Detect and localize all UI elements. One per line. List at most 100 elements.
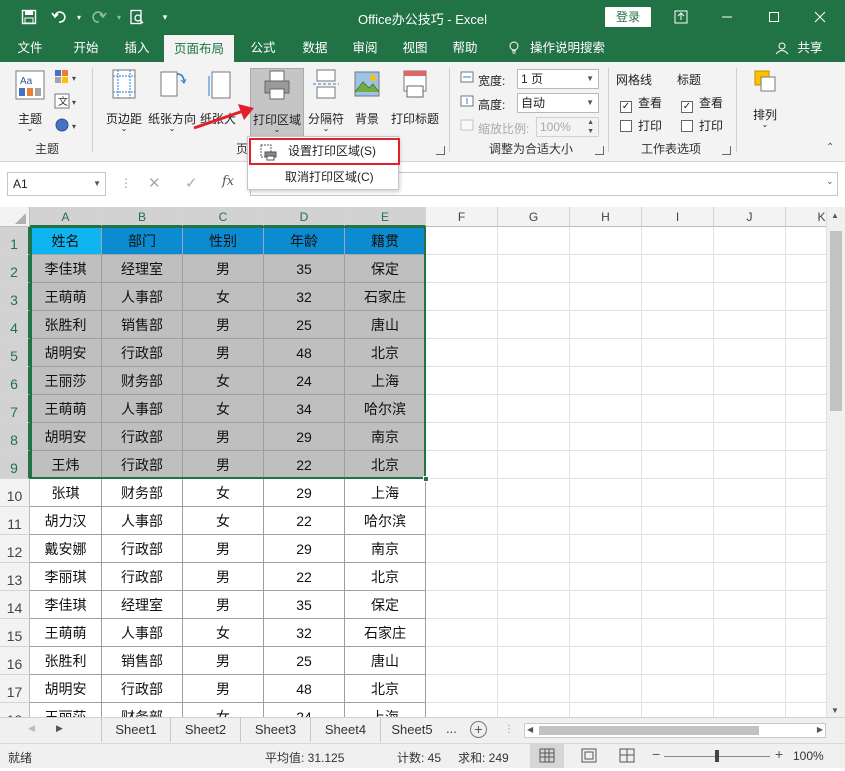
row-header-12[interactable]: 12	[0, 535, 30, 563]
table-cell[interactable]: 南京	[345, 535, 426, 563]
table-cell[interactable]: 男	[183, 647, 264, 675]
sheet-tab-4[interactable]: Sheet4	[311, 718, 381, 742]
table-cell[interactable]: 财务部	[102, 703, 183, 717]
empty-cell[interactable]	[570, 423, 642, 451]
empty-cell[interactable]	[786, 563, 826, 591]
table-cell[interactable]: 男	[183, 339, 264, 367]
zoom-in-icon[interactable]: +	[775, 746, 783, 762]
empty-cell[interactable]	[426, 311, 498, 339]
table-cell[interactable]: 男	[183, 311, 264, 339]
page-setup-launcher-icon[interactable]	[436, 146, 445, 155]
empty-cell[interactable]	[642, 535, 714, 563]
sheet-options-launcher-icon[interactable]	[722, 146, 731, 155]
table-cell[interactable]: 人事部	[102, 619, 183, 647]
empty-cell[interactable]	[570, 563, 642, 591]
empty-cell[interactable]	[642, 703, 714, 717]
tab-split-grip-icon[interactable]: ⋮	[504, 724, 514, 735]
table-cell[interactable]: 24	[264, 703, 345, 717]
table-cell[interactable]: 上海	[345, 367, 426, 395]
empty-cell[interactable]	[426, 227, 498, 255]
table-cell[interactable]: 销售部	[102, 647, 183, 675]
theme-effects-button[interactable]: ▾	[52, 117, 84, 137]
table-cell[interactable]: 22	[264, 563, 345, 591]
print-preview-icon[interactable]	[128, 8, 146, 26]
empty-cell[interactable]	[714, 227, 786, 255]
table-cell[interactable]: 22	[264, 507, 345, 535]
column-header-i[interactable]: I	[642, 207, 714, 227]
empty-cell[interactable]	[426, 255, 498, 283]
empty-cell[interactable]	[786, 451, 826, 479]
table-cell[interactable]: 22	[264, 451, 345, 479]
table-cell[interactable]: 行政部	[102, 451, 183, 479]
table-cell[interactable]: 男	[183, 255, 264, 283]
redo-icon[interactable]	[90, 8, 108, 26]
page-break-view-button[interactable]	[612, 744, 642, 768]
empty-cell[interactable]	[786, 535, 826, 563]
column-header-d[interactable]: D	[264, 207, 345, 227]
empty-cell[interactable]	[426, 703, 498, 717]
table-cell[interactable]: 石家庄	[345, 619, 426, 647]
zoom-out-icon[interactable]: −	[652, 746, 660, 762]
empty-cell[interactable]	[714, 311, 786, 339]
table-cell[interactable]: 张胜利	[30, 311, 102, 339]
row-header-3[interactable]: 3	[0, 283, 30, 311]
empty-cell[interactable]	[642, 227, 714, 255]
empty-cell[interactable]	[426, 507, 498, 535]
empty-cell[interactable]	[426, 591, 498, 619]
table-cell[interactable]: 25	[264, 647, 345, 675]
zoom-slider-thumb[interactable]	[715, 750, 719, 762]
table-cell[interactable]: 男	[183, 591, 264, 619]
empty-cell[interactable]	[642, 675, 714, 703]
table-cell[interactable]: 张琪	[30, 479, 102, 507]
empty-cell[interactable]	[642, 423, 714, 451]
empty-cell[interactable]	[570, 647, 642, 675]
row-header-6[interactable]: 6	[0, 367, 30, 395]
table-cell[interactable]: 女	[183, 479, 264, 507]
table-cell[interactable]: 胡力汉	[30, 507, 102, 535]
empty-cell[interactable]	[498, 227, 570, 255]
empty-cell[interactable]	[642, 507, 714, 535]
empty-cell[interactable]	[714, 339, 786, 367]
empty-cell[interactable]	[714, 563, 786, 591]
row-header-5[interactable]: 5	[0, 339, 30, 367]
gridlines-view-checkbox[interactable]: ✓ 查看	[620, 94, 662, 113]
table-cell[interactable]: 王炜	[30, 451, 102, 479]
sheet-tab-1[interactable]: Sheet1	[101, 718, 171, 742]
empty-cell[interactable]	[570, 311, 642, 339]
empty-cell[interactable]	[570, 675, 642, 703]
table-cell[interactable]: 人事部	[102, 395, 183, 423]
empty-cell[interactable]	[498, 563, 570, 591]
redo-dropdown-icon[interactable]: ▾	[110, 8, 128, 26]
gridlines-print-checkbox[interactable]: 打印	[620, 117, 662, 134]
empty-cell[interactable]	[786, 507, 826, 535]
table-cell[interactable]: 唐山	[345, 311, 426, 339]
table-cell[interactable]: 34	[264, 395, 345, 423]
clear-print-area-item[interactable]: 取消打印区域(C)	[248, 165, 398, 189]
empty-cell[interactable]	[786, 311, 826, 339]
expand-formula-bar-icon[interactable]: ⌄	[826, 176, 834, 187]
print-titles-button[interactable]: 打印标题	[388, 68, 442, 138]
empty-cell[interactable]	[426, 619, 498, 647]
table-cell[interactable]: 男	[183, 535, 264, 563]
table-cell[interactable]: 29	[264, 479, 345, 507]
width-select[interactable]: 1 页 ▼	[517, 69, 599, 89]
theme-colors-button[interactable]: ▾	[52, 69, 84, 89]
column-header-a[interactable]: A	[30, 207, 102, 227]
row-header-11[interactable]: 11	[0, 507, 30, 535]
table-cell[interactable]: 北京	[345, 339, 426, 367]
vertical-scrollbar[interactable]: ▲ ▼	[826, 207, 845, 717]
empty-cell[interactable]	[570, 619, 642, 647]
row-header-2[interactable]: 2	[0, 255, 30, 283]
orientation-button[interactable]: 纸张方向 ⌄	[148, 68, 196, 138]
scroll-right-icon[interactable]: ▶	[817, 725, 823, 734]
empty-cell[interactable]	[498, 647, 570, 675]
sheet-tab-3[interactable]: Sheet3	[241, 718, 311, 742]
table-cell[interactable]: 南京	[345, 423, 426, 451]
empty-cell[interactable]	[786, 283, 826, 311]
empty-cell[interactable]	[642, 311, 714, 339]
table-cell[interactable]: 李佳琪	[30, 255, 102, 283]
column-header-c[interactable]: C	[183, 207, 264, 227]
background-button[interactable]: 背景	[350, 68, 384, 138]
header-cell[interactable]: 姓名	[30, 227, 102, 255]
empty-cell[interactable]	[570, 591, 642, 619]
